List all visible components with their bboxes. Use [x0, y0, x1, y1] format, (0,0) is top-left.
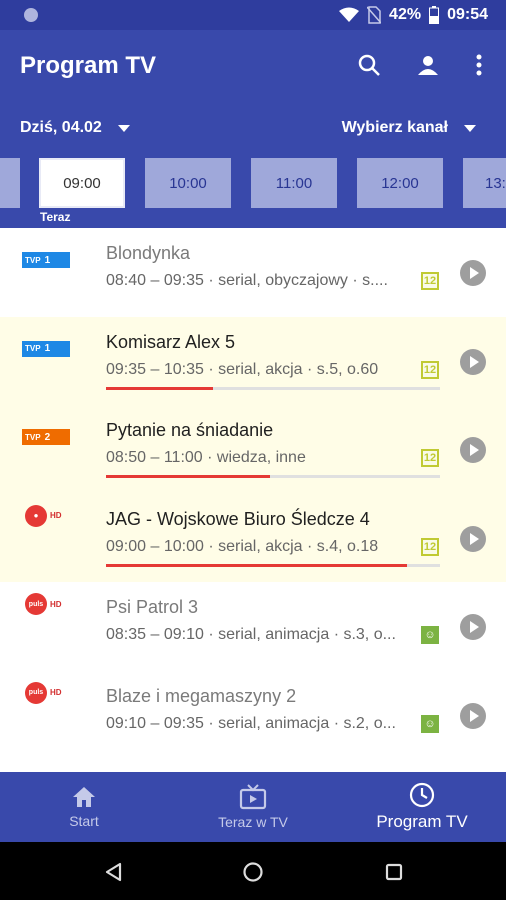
progress-bar — [106, 475, 440, 478]
time-slot[interactable]: 11:00 — [251, 158, 337, 208]
time-strip[interactable]: 09:00 10:00 11:00 12:00 13: Teraz — [0, 156, 506, 228]
now-label: Teraz — [40, 210, 71, 224]
program-meta: 09:00 – 10:00 · serial, akcja · s.4, o.1… — [106, 537, 379, 555]
program-list[interactable]: TVP 1 Blondynka 08:40 – 09:35 · serial, oby… — [0, 228, 506, 772]
back-icon[interactable] — [102, 861, 124, 883]
program-meta: 09:10 – 09:35 · serial, animacja · s.2, … — [106, 714, 396, 732]
nav-now-on-tv[interactable]: Teraz w TV — [168, 772, 338, 842]
time-slot[interactable]: 13: — [463, 158, 506, 208]
age-rating-badge: 12 — [421, 360, 439, 379]
program-meta: 08:50 – 11:00 · wiedza, inne — [106, 449, 306, 466]
progress-bar — [106, 563, 440, 567]
recents-icon[interactable] — [383, 861, 405, 883]
tv-icon — [239, 784, 267, 810]
system-nav-bar — [0, 842, 506, 900]
channel-logo: ● HD — [22, 504, 70, 527]
nav-label: Teraz w TV — [218, 814, 288, 830]
play-icon[interactable] — [460, 614, 486, 640]
time-slot[interactable]: 12:00 — [357, 158, 443, 208]
battery-icon — [429, 6, 440, 24]
clock-time: 09:54 — [447, 6, 488, 23]
channel-label: Wybierz kanał — [341, 119, 448, 136]
time-slot-previous[interactable] — [0, 158, 20, 208]
play-icon[interactable] — [460, 525, 486, 552]
account-icon[interactable] — [413, 50, 443, 80]
nav-label: Start — [69, 813, 99, 829]
progress-bar — [106, 386, 440, 390]
channel-dropdown[interactable]: Wybierz kanał — [342, 119, 476, 137]
program-row[interactable]: TVP 2 Pytanie na śniadanie 08:50 – 11:00 · … — [0, 405, 506, 494]
channel-logo: TVP 2 — [22, 429, 70, 445]
program-row[interactable]: puls HD Psi Patrol 3 08:35 – 09:10 · serial… — [0, 582, 506, 671]
nav-program-tv[interactable]: Program TV — [338, 772, 506, 842]
program-title: Blaze i megamaszyny 2 — [106, 685, 297, 706]
bottom-nav: Start Teraz w TV Program TV — [0, 772, 506, 842]
progress-fill — [106, 475, 270, 478]
date-dropdown[interactable]: Dziś, 04.02 — [20, 119, 130, 137]
time-slot[interactable]: 09:00 — [39, 158, 125, 208]
page-title: Program TV — [20, 52, 157, 79]
no-sim-icon — [367, 6, 382, 24]
program-row[interactable]: TVP 1 Komisarz Alex 5 09:35 – 10:35 · seria… — [0, 316, 506, 405]
kids-rating-icon: ☺ — [421, 626, 439, 644]
more-vert-icon[interactable] — [464, 50, 494, 80]
channel-logo: puls HD — [22, 681, 70, 704]
program-row[interactable]: ● HD JAG - Wojskowe Biuro Śledcze 4 09:00 –… — [0, 493, 506, 582]
program-title: Pytanie na śniadanie — [106, 420, 274, 440]
dropdown-arrow-icon — [464, 124, 476, 132]
play-icon[interactable] — [460, 348, 486, 375]
date-label: Dziś, 04.02 — [20, 119, 102, 136]
battery-percent: 42% — [389, 6, 422, 23]
status-icons: 42% 09:54 — [339, 6, 488, 24]
filter-bar: Dziś, 04.02 Wybierz kanał — [0, 100, 506, 156]
program-title: Blondynka — [106, 243, 191, 263]
notification-dot-icon — [24, 8, 38, 22]
time-slot[interactable]: 10:00 — [145, 158, 231, 208]
program-meta: 08:40 – 09:35 · serial, obyczajowy · s..… — [106, 272, 388, 289]
kids-rating-icon: ☺ — [421, 714, 439, 733]
age-rating-badge: 12 — [421, 272, 439, 290]
progress-fill — [106, 563, 407, 567]
status-bar: 42% 09:54 — [0, 0, 506, 30]
app-bar: Program TV — [0, 30, 506, 100]
play-icon[interactable] — [460, 437, 486, 463]
program-title: Psi Patrol 3 — [106, 597, 199, 617]
nav-start[interactable]: Start — [0, 772, 168, 842]
program-meta: 09:35 – 10:35 · serial, akcja · s.5, o.6… — [106, 360, 379, 378]
age-rating-badge: 12 — [421, 537, 439, 556]
home-icon — [73, 787, 95, 807]
play-icon[interactable] — [460, 702, 486, 729]
age-rating-badge: 12 — [421, 449, 439, 467]
channel-logo: TVP 1 — [22, 340, 70, 357]
program-row[interactable]: TVP 1 Blondynka 08:40 – 09:35 · serial, oby… — [0, 228, 506, 317]
nav-label: Program TV — [376, 812, 468, 831]
progress-fill — [106, 386, 213, 390]
channel-logo: TVP 1 — [22, 252, 70, 268]
clock-icon — [409, 782, 435, 808]
wifi-icon — [339, 7, 360, 22]
search-icon[interactable] — [354, 50, 384, 80]
program-meta: 08:35 – 09:10 · serial, animacja · s.3, … — [106, 626, 396, 643]
program-title: Komisarz Alex 5 — [106, 331, 236, 352]
home-button-icon[interactable] — [242, 861, 264, 883]
program-title: JAG - Wojskowe Biuro Śledcze 4 — [106, 508, 370, 529]
channel-logo: puls HD — [22, 593, 70, 615]
play-icon[interactable] — [460, 260, 486, 286]
program-row[interactable]: puls HD Blaze i megamaszyny 2 09:10 – 09:35… — [0, 671, 506, 760]
dropdown-arrow-icon — [117, 124, 130, 132]
